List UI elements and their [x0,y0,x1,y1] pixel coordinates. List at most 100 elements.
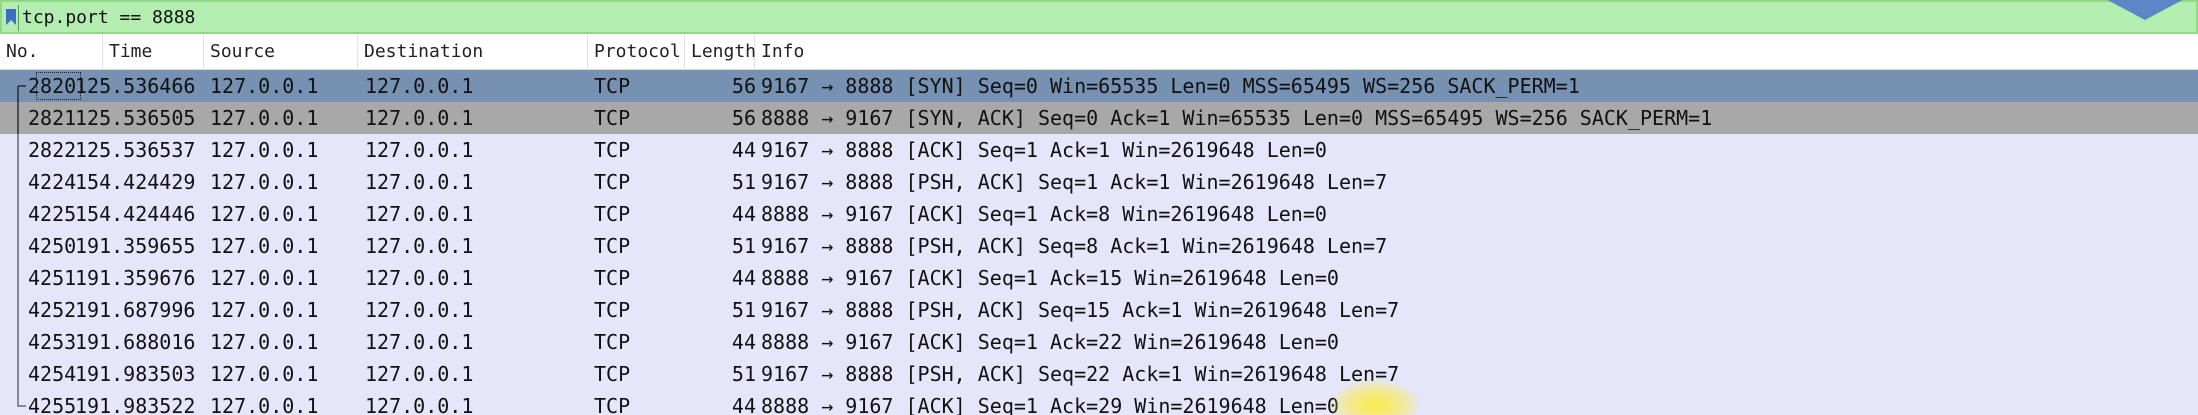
conversation-line-icon [17,294,19,326]
cell-destination: 127.0.0.1 [365,234,474,258]
cell-info: 8888 → 9167 [ACK] Seq=1 Ack=29 Win=26196… [761,394,1339,415]
cell-time: 191.359655 [75,234,196,258]
column-header-info[interactable]: Info [755,34,2198,70]
cell-length: 44 [731,202,756,226]
column-header-destination[interactable]: Destination [358,34,588,70]
column-header-length[interactable]: Length [685,34,756,70]
cell-time: 125.536537 [75,138,196,162]
packet-row[interactable]: 4252 191.687996 127.0.0.1 127.0.0.1 TCP 51 916… [0,294,2198,326]
cell-source: 127.0.0.1 [210,138,319,162]
cell-info: 9167 → 8888 [ACK] Seq=1 Ack=1 Win=261964… [761,138,1327,162]
packet-row[interactable]: 2822 125.536537 127.0.0.1 127.0.0.1 TCP 44 916… [0,134,2198,166]
cell-length: 56 [731,106,756,130]
conversation-line-icon [17,390,26,407]
packet-row[interactable]: 4224 154.424429 127.0.0.1 127.0.0.1 TCP 51 916… [0,166,2198,198]
conversation-line-icon [17,166,19,198]
cell-destination: 127.0.0.1 [365,138,474,162]
cell-no: 4251 [28,266,77,290]
cell-no: 4254 [28,362,77,386]
conversation-line-icon [17,102,19,134]
cell-no: 4253 [28,330,77,354]
cell-protocol: TCP [594,74,631,98]
cell-time: 191.983503 [75,362,196,386]
cell-destination: 127.0.0.1 [365,362,474,386]
cell-no: 2820 [28,74,77,98]
cell-info: 9167 → 8888 [PSH, ACK] Seq=15 Ack=1 Win=… [761,298,1400,322]
cell-length: 44 [731,330,756,354]
cell-time: 154.424429 [75,170,196,194]
cell-protocol: TCP [594,362,631,386]
cell-source: 127.0.0.1 [210,234,319,258]
cell-source: 127.0.0.1 [210,330,319,354]
cell-no: 4255 [28,394,77,415]
cell-time: 125.536505 [75,106,196,130]
cell-source: 127.0.0.1 [210,266,319,290]
cell-no: 4225 [28,202,77,226]
cell-info: 8888 → 9167 [ACK] Seq=1 Ack=22 Win=26196… [761,330,1339,354]
conversation-line-icon [17,230,19,262]
cell-info: 9167 → 8888 [SYN] Seq=0 Win=65535 Len=0 … [761,74,1580,98]
cell-length: 56 [731,74,756,98]
cell-source: 127.0.0.1 [210,106,319,130]
cell-source: 127.0.0.1 [210,74,319,98]
bookmark-icon[interactable] [5,8,17,26]
conversation-line-icon [17,198,19,230]
cell-destination: 127.0.0.1 [365,106,474,130]
cell-protocol: TCP [594,298,631,322]
cell-protocol: TCP [594,170,631,194]
cell-info: 8888 → 9167 [ACK] Seq=1 Ack=15 Win=26196… [761,266,1339,290]
cell-destination: 127.0.0.1 [365,394,474,415]
packet-row[interactable]: 4225 154.424446 127.0.0.1 127.0.0.1 TCP 44 888… [0,198,2198,230]
cell-time: 191.687996 [75,298,196,322]
cell-no: 4224 [28,170,77,194]
packet-row[interactable]: 2821 125.536505 127.0.0.1 127.0.0.1 TCP 56 888… [0,102,2198,134]
cell-length: 51 [731,170,756,194]
cell-time: 191.688016 [75,330,196,354]
display-filter-bar [0,0,2198,34]
cell-destination: 127.0.0.1 [365,202,474,226]
column-header-protocol[interactable]: Protocol [588,34,685,70]
cell-length: 51 [731,362,756,386]
cell-no: 2821 [28,106,77,130]
cell-no: 4250 [28,234,77,258]
column-header-source[interactable]: Source [204,34,358,70]
packet-list-header: No. Time Source Destination Protocol Len… [0,34,2198,70]
cell-destination: 127.0.0.1 [365,266,474,290]
cell-info: 8888 → 9167 [SYN, ACK] Seq=0 Ack=1 Win=6… [761,106,1713,130]
expression-dropdown-arrow-icon[interactable] [2090,0,2198,22]
cell-destination: 127.0.0.1 [365,298,474,322]
conversation-line-icon [17,134,19,166]
display-filter-input[interactable] [22,5,2192,31]
packet-row[interactable]: 4250 191.359655 127.0.0.1 127.0.0.1 TCP 51 916… [0,230,2198,262]
cell-source: 127.0.0.1 [210,394,319,415]
cell-no: 4252 [28,298,77,322]
cell-length: 44 [731,138,756,162]
cell-time: 125.536466 [75,74,196,98]
packet-row[interactable]: 4251 191.359676 127.0.0.1 127.0.0.1 TCP 44 888… [0,262,2198,294]
cell-protocol: TCP [594,138,631,162]
cell-length: 44 [731,394,756,415]
cell-protocol: TCP [594,330,631,354]
conversation-line-icon [17,358,19,390]
cell-info: 8888 → 9167 [ACK] Seq=1 Ack=8 Win=261964… [761,202,1327,226]
cell-time: 191.359676 [75,266,196,290]
cell-time: 154.424446 [75,202,196,226]
cell-source: 127.0.0.1 [210,362,319,386]
cell-info: 9167 → 8888 [PSH, ACK] Seq=22 Ack=1 Win=… [761,362,1400,386]
cell-length: 51 [731,234,756,258]
column-header-time[interactable]: Time [103,34,204,70]
cell-no: 2822 [28,138,77,162]
cell-protocol: TCP [594,266,631,290]
packet-row[interactable]: 2820 125.536466 127.0.0.1 127.0.0.1 TCP 56 916… [0,70,2198,102]
cell-info: 9167 → 8888 [PSH, ACK] Seq=8 Ack=1 Win=2… [761,234,1388,258]
filter-separator [18,5,19,31]
cell-protocol: TCP [594,106,631,130]
column-header-no[interactable]: No. [0,34,103,70]
cell-info: 9167 → 8888 [PSH, ACK] Seq=1 Ack=1 Win=2… [761,170,1388,194]
packet-row[interactable]: 4255 191.983522 127.0.0.1 127.0.0.1 TCP 44 888… [0,390,2198,415]
conversation-line-icon [17,326,19,358]
cell-destination: 127.0.0.1 [365,330,474,354]
packet-row[interactable]: 4253 191.688016 127.0.0.1 127.0.0.1 TCP 44 888… [0,326,2198,358]
conversation-line-icon [17,85,26,102]
packet-row[interactable]: 4254 191.983503 127.0.0.1 127.0.0.1 TCP 51 916… [0,358,2198,390]
